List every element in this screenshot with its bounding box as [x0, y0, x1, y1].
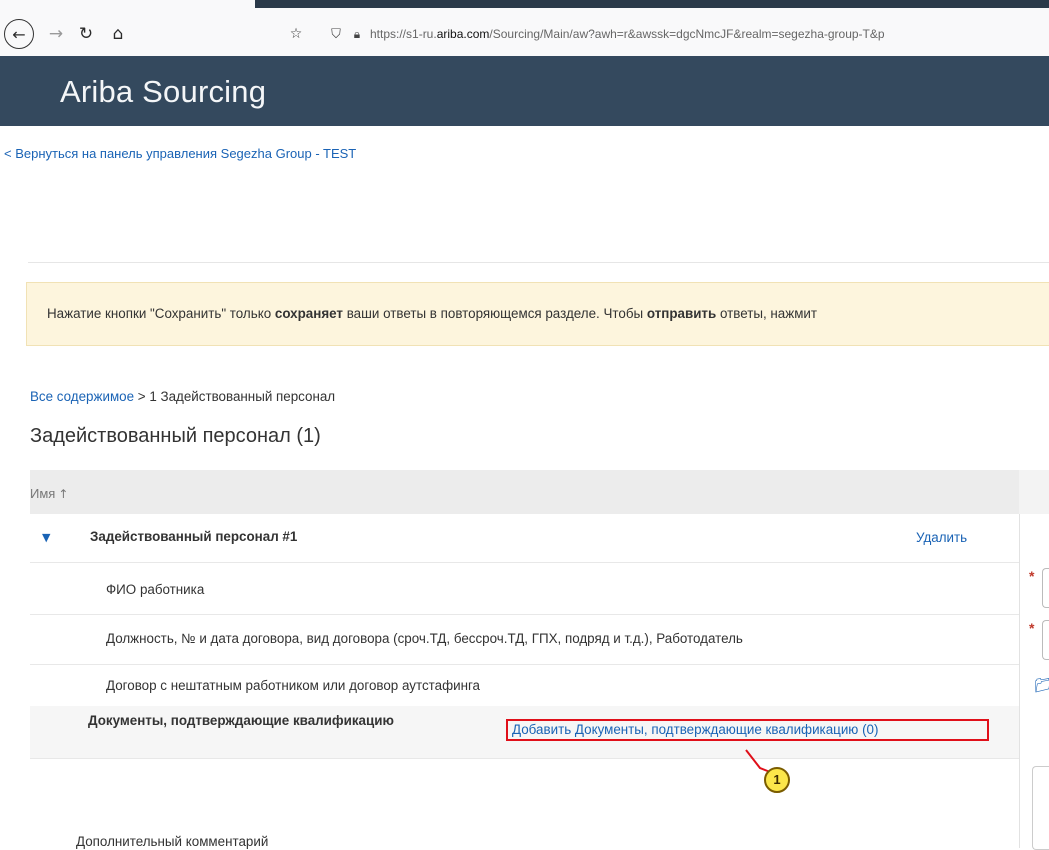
sort-ascending-icon: ↑: [58, 487, 69, 501]
notice-bold-save: сохраняет: [274, 306, 343, 321]
name-column-header[interactable]: Имя ↑: [30, 486, 68, 501]
app-header: Ariba Sourcing: [0, 56, 1049, 126]
documents-label: Документы, подтверждающие квалификацию: [88, 713, 394, 728]
table-row: Договор с нештатным работником или догов…: [30, 664, 1019, 707]
notice-part: Нажатие кнопки "Сохранить" только: [47, 306, 275, 321]
url-prefix: https://s1-ru.: [370, 27, 437, 41]
required-marker: *: [1029, 620, 1035, 636]
address-bar[interactable]: https://s1-ru.ariba.com/Sourcing/Main/aw…: [370, 27, 1049, 41]
home-icon: ⌂: [112, 24, 124, 44]
arrow-right-icon: →: [48, 24, 64, 44]
divider: [28, 262, 1049, 263]
notice-banner: Нажатие кнопки "Сохранить" только сохран…: [26, 282, 1049, 346]
breadcrumb: Все содержимое > 1 Задействованный персо…: [30, 389, 335, 404]
bookmark-icon[interactable]: ☆: [284, 22, 308, 46]
comment-label: Дополнительный комментарий: [76, 834, 269, 849]
column-name-label: Имя: [30, 486, 56, 501]
back-to-dashboard-link[interactable]: < Вернуться на панель управления Segezha…: [4, 146, 356, 161]
comment-textarea[interactable]: [1032, 766, 1049, 850]
position-input[interactable]: [1042, 620, 1049, 660]
reload-icon: ↻: [78, 24, 94, 44]
browser-toolbar: ← → ↻ ⌂ ☆ ⛉ 🔒︎ https://s1-ru.ariba.com/S…: [0, 0, 1049, 56]
notice-part: ответы, нажмит: [716, 306, 818, 321]
table-header-right: [1019, 470, 1049, 514]
notice-part: ваши ответы в повторяющемся разделе. Что…: [343, 306, 647, 321]
breadcrumb-current: 1 Задействованный персонал: [149, 389, 336, 404]
table-row: ФИО работника: [30, 562, 1019, 615]
arrow-left-icon: ←: [12, 24, 26, 44]
group-title: Задействованный персонал #1: [90, 529, 298, 544]
notice-text: Нажатие кнопки "Сохранить" только сохран…: [47, 306, 817, 321]
app-title: Ariba Sourcing: [60, 74, 267, 109]
notice-bold-submit: отправить: [646, 306, 717, 321]
url-path: /Sourcing/Main/aw?awh=r&awssk=dgcNmcJF&r…: [489, 27, 885, 41]
attachment-icon[interactable]: 📁︎: [1034, 678, 1049, 694]
home-button[interactable]: ⌂: [106, 22, 130, 46]
table-row: Должность, № и дата договора, вид догово…: [30, 614, 1019, 665]
delete-link[interactable]: Удалить: [916, 530, 967, 545]
reload-button[interactable]: ↻: [74, 22, 98, 46]
lock-icon[interactable]: 🔒︎: [345, 22, 369, 46]
row-label-position: Должность, № и дата договора, вид догово…: [106, 631, 743, 646]
url-domain: ariba.com: [436, 27, 490, 41]
required-marker: *: [1029, 568, 1035, 584]
callout-number-badge: 1: [764, 767, 790, 793]
window-strip: [255, 0, 1049, 8]
breadcrumb-all-content-link[interactable]: Все содержимое: [30, 389, 134, 404]
collapse-triangle-icon[interactable]: ▼: [42, 531, 50, 544]
row-label-fio: ФИО работника: [106, 582, 205, 597]
fio-input[interactable]: [1042, 568, 1049, 608]
row-label-contract: Договор с нештатным работником или догов…: [106, 678, 481, 693]
documents-row: Документы, подтверждающие квалификацию Д…: [30, 706, 1019, 759]
add-documents-link[interactable]: Добавить Документы, подтверждающие квали…: [506, 719, 989, 741]
forward-button[interactable]: →: [44, 22, 68, 46]
page-title: Задействованный персонал (1): [30, 425, 321, 447]
column-divider: [1019, 514, 1020, 848]
back-button[interactable]: ←: [4, 19, 34, 49]
breadcrumb-separator: >: [134, 389, 150, 404]
group-row: ▼ Задействованный персонал #1 Удалить: [30, 514, 1019, 563]
table-header: Имя ↑: [30, 470, 1019, 514]
